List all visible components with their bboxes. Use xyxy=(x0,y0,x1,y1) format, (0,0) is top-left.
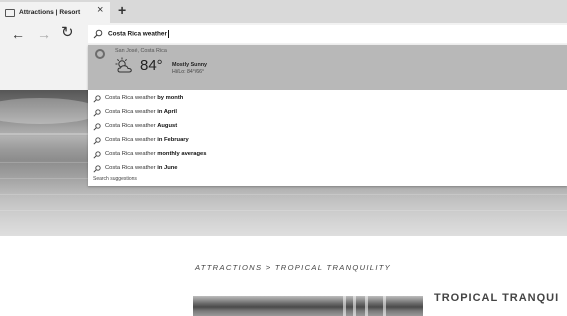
search-icon xyxy=(93,29,103,39)
weather-result-icon xyxy=(95,49,105,59)
page-header-strip xyxy=(0,45,88,90)
breadcrumb: ATTRACTIONS > TROPICAL TRANQUILITY xyxy=(195,263,392,272)
tab-title: Attractions | Resort xyxy=(19,9,81,16)
forward-button[interactable]: → xyxy=(37,24,51,44)
navigation-bar: ← → ↻ Costa Rica weather xyxy=(0,23,567,45)
partly-sunny-icon xyxy=(115,57,132,73)
tab-strip: Attractions | Resort × + xyxy=(0,0,567,23)
weather-location: San José, Costa Rica xyxy=(115,48,167,54)
text-caret xyxy=(167,30,169,38)
address-input-value[interactable]: Costa Rica weather xyxy=(108,30,169,38)
search-icon xyxy=(93,137,101,145)
address-bar[interactable]: Costa Rica weather xyxy=(88,25,567,43)
weather-answer-card[interactable]: San José, Costa Rica 84° Mostly Sunny Hi… xyxy=(88,45,567,90)
close-tab-icon[interactable]: × xyxy=(97,2,103,18)
suggestion-item[interactable]: Costa Rica weather by month xyxy=(88,92,567,106)
weather-temperature: 84° xyxy=(140,57,163,74)
refresh-button[interactable]: ↻ xyxy=(61,23,74,43)
new-tab-button[interactable]: + xyxy=(118,2,126,19)
search-icon xyxy=(93,95,101,103)
suggestion-item[interactable]: Costa Rica weather in April xyxy=(88,106,567,120)
back-button[interactable]: ← xyxy=(11,24,25,44)
search-icon xyxy=(93,109,101,117)
browser-tab[interactable]: Attractions | Resort xyxy=(0,2,110,23)
weather-condition: Mostly Sunny xyxy=(172,62,208,68)
suggestion-item[interactable]: Costa Rica weather in February xyxy=(88,134,567,148)
section-title: TROPICAL TRANQUI xyxy=(434,292,560,304)
suggestion-list: Costa Rica weather by month Costa Rica w… xyxy=(88,90,567,186)
suggestions-footer: Search suggestions xyxy=(93,176,137,182)
favicon-icon xyxy=(5,8,15,17)
search-icon xyxy=(93,165,101,173)
attraction-thumbnail xyxy=(193,296,423,316)
search-icon xyxy=(93,123,101,131)
suggestion-item[interactable]: Costa Rica weather monthly averages xyxy=(88,148,567,162)
weather-hi-lo: Hi/Lo: 84°/66° xyxy=(172,69,205,75)
search-suggestions-dropdown: San José, Costa Rica 84° Mostly Sunny Hi… xyxy=(88,45,567,186)
suggestion-item[interactable]: Costa Rica weather August xyxy=(88,120,567,134)
suggestion-item[interactable]: Costa Rica weather in June xyxy=(88,162,567,176)
search-icon xyxy=(93,151,101,159)
